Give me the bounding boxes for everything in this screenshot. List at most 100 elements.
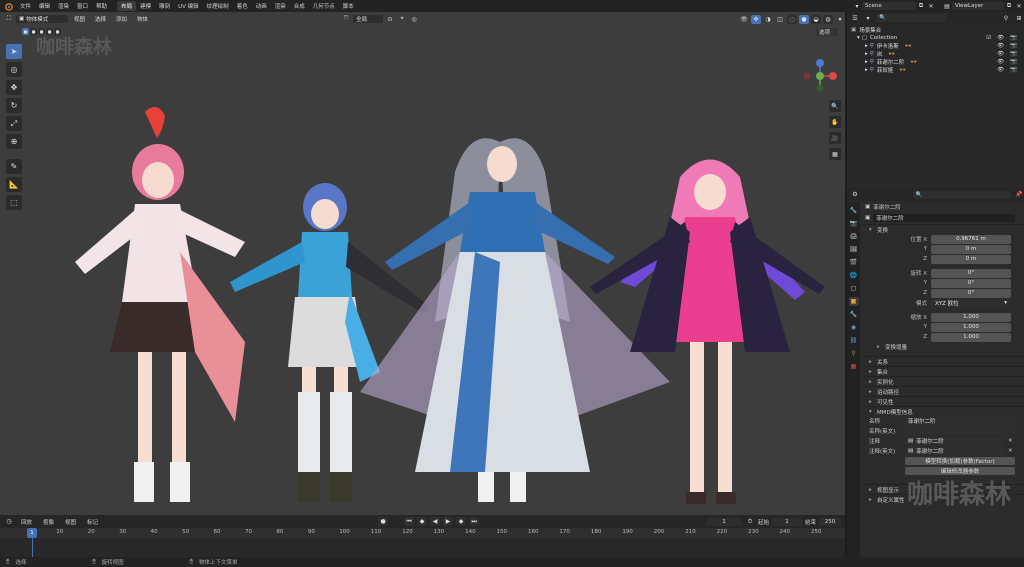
visibility-panel-header[interactable]: ▸ 可见性 — [861, 396, 1024, 406]
rotate-tool-icon[interactable]: ↻ — [6, 98, 22, 113]
output-tab-icon[interactable]: 🖨 — [849, 232, 859, 241]
menu-marker[interactable]: 标记 — [83, 518, 102, 526]
scale-tool-icon[interactable]: ⤢ — [6, 116, 22, 131]
location-x-field[interactable]: 0.96761 m — [931, 234, 1011, 244]
mmd-comment-field[interactable]: ▤ 菲谢尔二阶 — [905, 437, 1005, 445]
rotation-x-field[interactable]: 0° — [931, 268, 1011, 278]
collapse-arrow-icon[interactable]: ▸ — [865, 59, 868, 65]
menu-edit[interactable]: 编辑 — [35, 2, 54, 10]
menu-select[interactable]: 选择 — [91, 15, 110, 23]
outliner-row-item[interactable]: ▸ ⚲ 菲奴娅 ⚹⚹ 👁 📷 — [851, 66, 1023, 75]
jump-start-icon[interactable]: ⏮ — [404, 517, 415, 526]
camera-icon[interactable]: 📷 — [1010, 35, 1017, 41]
shading-solid-icon[interactable]: ● — [799, 14, 809, 24]
proportional-edit-icon[interactable]: ◎ — [409, 15, 419, 24]
add-cube-tool-icon[interactable]: ⬚ — [6, 195, 22, 210]
eye-icon[interactable]: 👁 — [997, 59, 1004, 65]
current-frame-field[interactable]: 1 — [705, 517, 742, 526]
transform-orientation-icon[interactable]: ⤧ — [341, 15, 351, 24]
shading-rendered-icon[interactable]: ◍ — [823, 14, 833, 24]
pan-hand-icon[interactable]: ✋ — [829, 116, 841, 128]
rotation-z-field[interactable]: 0° — [931, 288, 1011, 298]
rotation-y-field[interactable]: 0° — [931, 278, 1011, 288]
render-tab-icon[interactable]: 📷 — [849, 219, 859, 228]
scale-y-field[interactable]: 1.000 — [931, 322, 1011, 332]
playhead-frame[interactable]: 1 — [27, 528, 37, 538]
menu-render[interactable]: 渲染 — [54, 2, 73, 10]
character-models[interactable] — [30, 92, 830, 512]
collapse-arrow-icon[interactable]: ▸ — [865, 67, 868, 73]
scene-icon[interactable]: ▾ — [852, 2, 862, 11]
tab-texture-paint[interactable]: 纹理绘制 — [203, 1, 233, 11]
outliner-row-collection[interactable]: ▾ ▢ Collection ☑ 👁 📷 — [851, 34, 1023, 42]
tab-animation[interactable]: 动画 — [252, 1, 271, 11]
mmd-comment-en-field[interactable]: ▤ 菲谢尔二阶 — [905, 447, 1005, 455]
start-frame-field[interactable]: 1 — [771, 517, 802, 526]
timeline-ruler[interactable]: 10 20 30 40 50 60 70 80 90 100 110 120 130 140 150 160 1… — [0, 528, 845, 538]
cursor-tool-icon[interactable]: ◎ — [6, 62, 22, 77]
object-tab-icon[interactable]: ■ — [848, 297, 859, 306]
eye-icon[interactable]: 👁 — [997, 43, 1004, 49]
location-z-field[interactable]: 0 m — [931, 254, 1011, 264]
constraint-tab-icon[interactable]: ⛓ — [849, 336, 859, 345]
outliner-row-scene-collection[interactable]: ▣ 场景集合 — [851, 26, 1023, 34]
eye-icon[interactable]: 👁 — [997, 67, 1004, 73]
menu-help[interactable]: 帮助 — [92, 2, 111, 10]
scene-selector[interactable]: Scene — [862, 2, 916, 10]
play-reverse-icon[interactable]: ◀ — [430, 517, 441, 526]
modifier-tab-icon[interactable]: 🔧 — [849, 310, 859, 319]
properties-search-input[interactable]: 🔍 — [912, 190, 1012, 199]
new-collection-icon[interactable]: ⊞ — [1014, 14, 1024, 23]
timeline-editor-icon[interactable]: ◷ — [4, 517, 14, 526]
camera-icon[interactable]: 📷 — [1010, 59, 1017, 65]
delete-view-layer-icon[interactable]: ✕ — [1014, 2, 1024, 11]
mmd-name-en-field[interactable] — [905, 427, 1015, 435]
view-layer-tab-icon[interactable]: 🖼 — [849, 245, 859, 254]
close-icon[interactable]: ✕ — [1008, 438, 1013, 444]
measure-tool-icon[interactable]: 📐 — [6, 177, 22, 192]
record-icon[interactable]: ● — [378, 517, 389, 526]
outliner-editor-icon[interactable]: ☰ — [850, 14, 860, 23]
camera-view-icon[interactable]: 🎥 — [829, 132, 841, 144]
camera-icon[interactable]: 📷 — [1010, 67, 1017, 73]
collections-panel-header[interactable]: ▸ 集合 — [861, 366, 1024, 376]
menu-timeline-view[interactable]: 视图 — [61, 518, 80, 526]
menu-keying[interactable]: 抠像 — [39, 518, 58, 526]
editor-type-icon[interactable]: ⛶ — [4, 15, 14, 24]
menu-add[interactable]: 添加 — [112, 15, 131, 23]
mmd-convert-button[interactable]: 模型转换(加载)参数(Factor) — [905, 457, 1015, 465]
object-name-field[interactable]: 菲谢尔二阶 — [873, 214, 1016, 222]
outliner-row-item[interactable]: ▸ ⚲ 菲谢尔二阶 ⚹⚹ 👁 📷 — [851, 58, 1023, 67]
jump-next-key-icon[interactable]: ◆ — [456, 517, 467, 526]
gizmo-toggle-icon[interactable]: ✥ — [751, 14, 761, 24]
annotate-tool-icon[interactable]: ✎ — [6, 159, 22, 174]
tab-sculpting[interactable]: 雕刻 — [155, 1, 174, 11]
delta-transform-header[interactable]: ▸ 变换增量 — [861, 342, 1024, 352]
outliner-row-item[interactable]: ▸ ⚲ 伊卡洛斯 ⚹⚹ 👁 📷 — [851, 42, 1023, 51]
xray-toggle-icon[interactable]: ◫ — [775, 15, 785, 24]
zoom-icon[interactable]: 🔍 — [829, 100, 841, 112]
camera-icon[interactable]: 📷 — [1010, 51, 1017, 57]
mode-selector[interactable]: ▣ 物体模式 — [16, 15, 68, 23]
blender-logo-icon[interactable] — [3, 1, 13, 11]
select-new-icon[interactable]: ■ — [22, 28, 29, 35]
new-scene-icon[interactable]: ⧉ — [916, 2, 926, 11]
outliner-search-input[interactable]: 🔍 — [876, 14, 946, 22]
properties-editor-icon[interactable]: ⚙ — [850, 190, 860, 199]
outliner-funnel-icon[interactable]: ⚲ — [1001, 14, 1011, 23]
outliner-filter-icon[interactable]: ▾ — [863, 14, 873, 23]
transform-panel-header[interactable]: ▾ 变换 — [861, 224, 1024, 234]
shading-wireframe-icon[interactable]: ◌ — [787, 14, 797, 24]
visibility-icon[interactable]: 👁 — [739, 15, 749, 24]
tab-compositing[interactable]: 合成 — [290, 1, 309, 11]
play-icon[interactable]: ▶ — [443, 517, 454, 526]
location-y-field[interactable]: 0 m — [931, 244, 1011, 254]
world-tab-icon[interactable]: 🌐 — [849, 271, 859, 280]
menu-view[interactable]: 视图 — [70, 15, 89, 23]
jump-prev-key-icon[interactable]: ◆ — [417, 517, 428, 526]
relations-panel-header[interactable]: ▸ 关系 — [861, 356, 1024, 366]
tab-geometry-nodes[interactable]: 几何节点 — [309, 1, 339, 11]
outliner-empty-area[interactable] — [847, 84, 1024, 188]
camera-icon[interactable]: 📷 — [1010, 43, 1017, 49]
data-tab-icon[interactable]: ⚲ — [849, 349, 859, 358]
